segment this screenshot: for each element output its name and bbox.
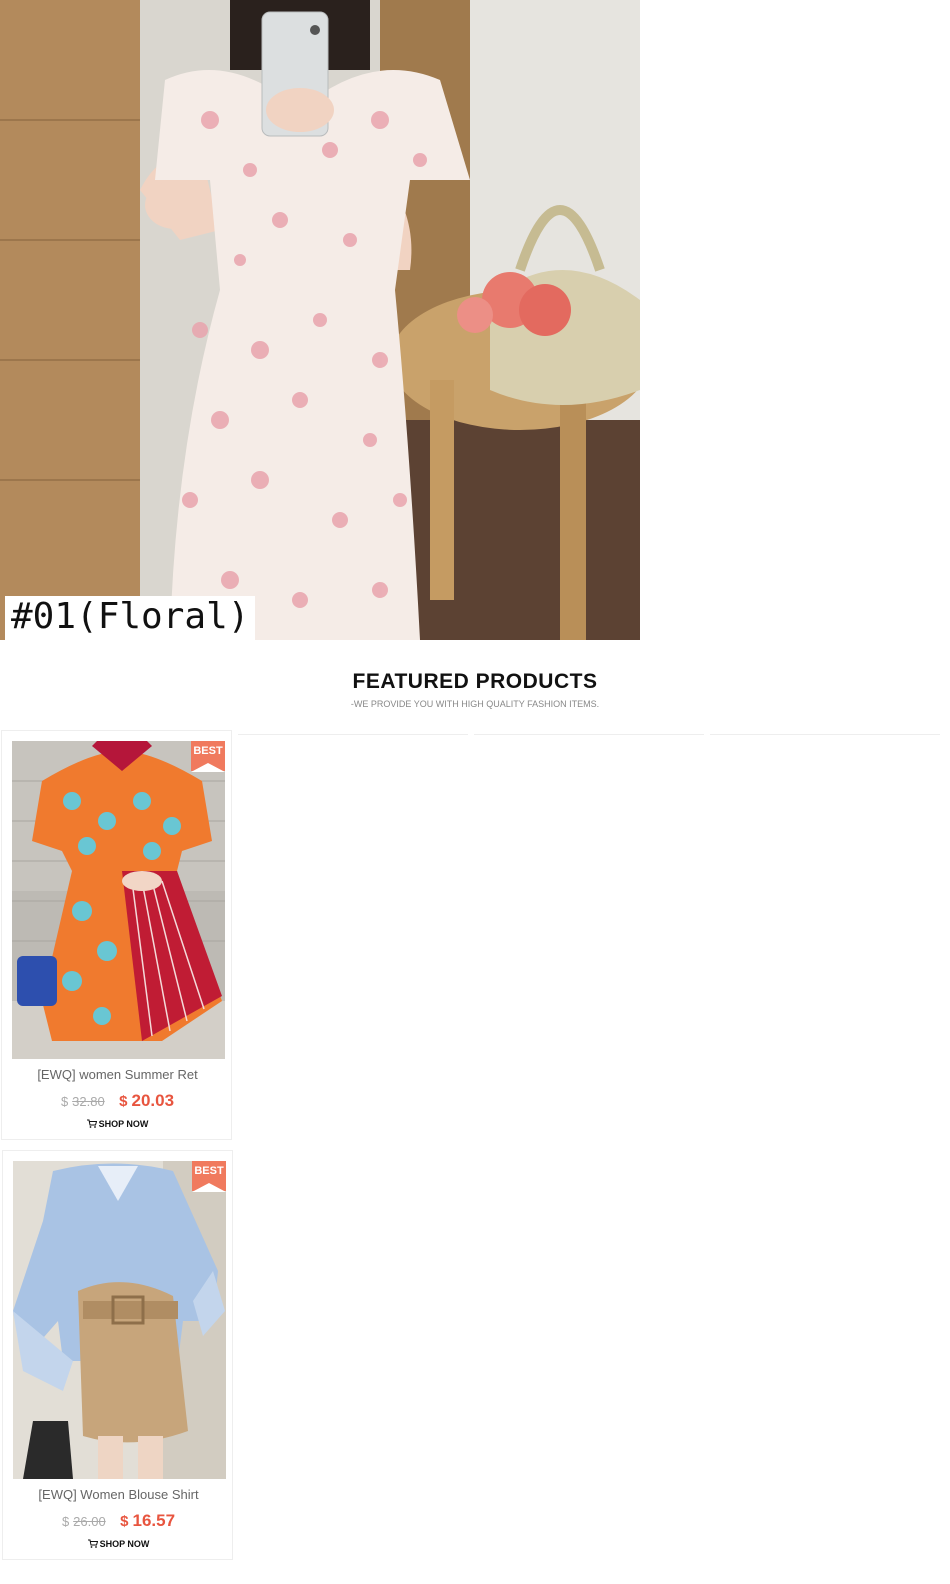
shop-now-button[interactable]: SHOP NOW [3,1539,234,1549]
sale-price-value: 16.57 [132,1511,176,1530]
product-name[interactable]: [EWQ] women Summer Ret [2,1067,233,1082]
original-price-value: 32.80 [72,1094,105,1109]
original-price: $26.00 [62,1514,106,1529]
currency-symbol: $ [119,1093,128,1110]
price-row: $26.00 $16.57 [3,1511,234,1531]
product-name[interactable]: [EWQ] Women Blouse Shirt [3,1487,234,1502]
product-image[interactable]: BEST [12,741,225,1059]
shop-now-button[interactable]: SHOP NOW [2,1119,233,1129]
product-card[interactable]: BEST [EWQ] Women Blouse Shirt $26.00 $16… [2,1150,233,1560]
empty-slot [238,734,468,739]
featured-products-title: FEATURED PRODUCTS [352,670,598,693]
price-row: $32.80 $20.03 [2,1091,233,1111]
product-image[interactable]: BEST [13,1161,226,1479]
knit-set-photo [12,741,225,1059]
shopping-cart-icon [87,1539,98,1548]
blouse-shirt-photo [13,1161,226,1479]
shop-now-label: SHOP NOW [98,1119,149,1129]
shop-now-label: SHOP NOW [99,1539,150,1549]
original-price-value: 26.00 [73,1514,106,1529]
sale-price: $20.03 [119,1091,175,1110]
currency-symbol: $ [61,1514,70,1529]
product-card[interactable]: BEST [EWQ] women Summer Ret $32.80 $20.0… [1,730,232,1140]
variant-label: #01(Floral) [5,596,256,640]
best-badge: BEST [192,1161,226,1192]
best-badge: BEST [191,741,225,772]
empty-slot [710,734,940,739]
floral-dress-photo [0,0,640,640]
featured-products-subtitle: -WE PROVIDE YOU WITH HIGH QUALITY FASHIO… [350,699,600,709]
hero-product-image: #01(Floral) [0,0,640,640]
sale-price-value: 20.03 [131,1091,175,1110]
empty-slot [474,734,704,739]
currency-symbol: $ [60,1094,69,1109]
currency-symbol: $ [120,1513,129,1530]
sale-price: $16.57 [120,1511,176,1530]
shopping-cart-icon [86,1119,97,1128]
original-price: $32.80 [61,1094,105,1109]
